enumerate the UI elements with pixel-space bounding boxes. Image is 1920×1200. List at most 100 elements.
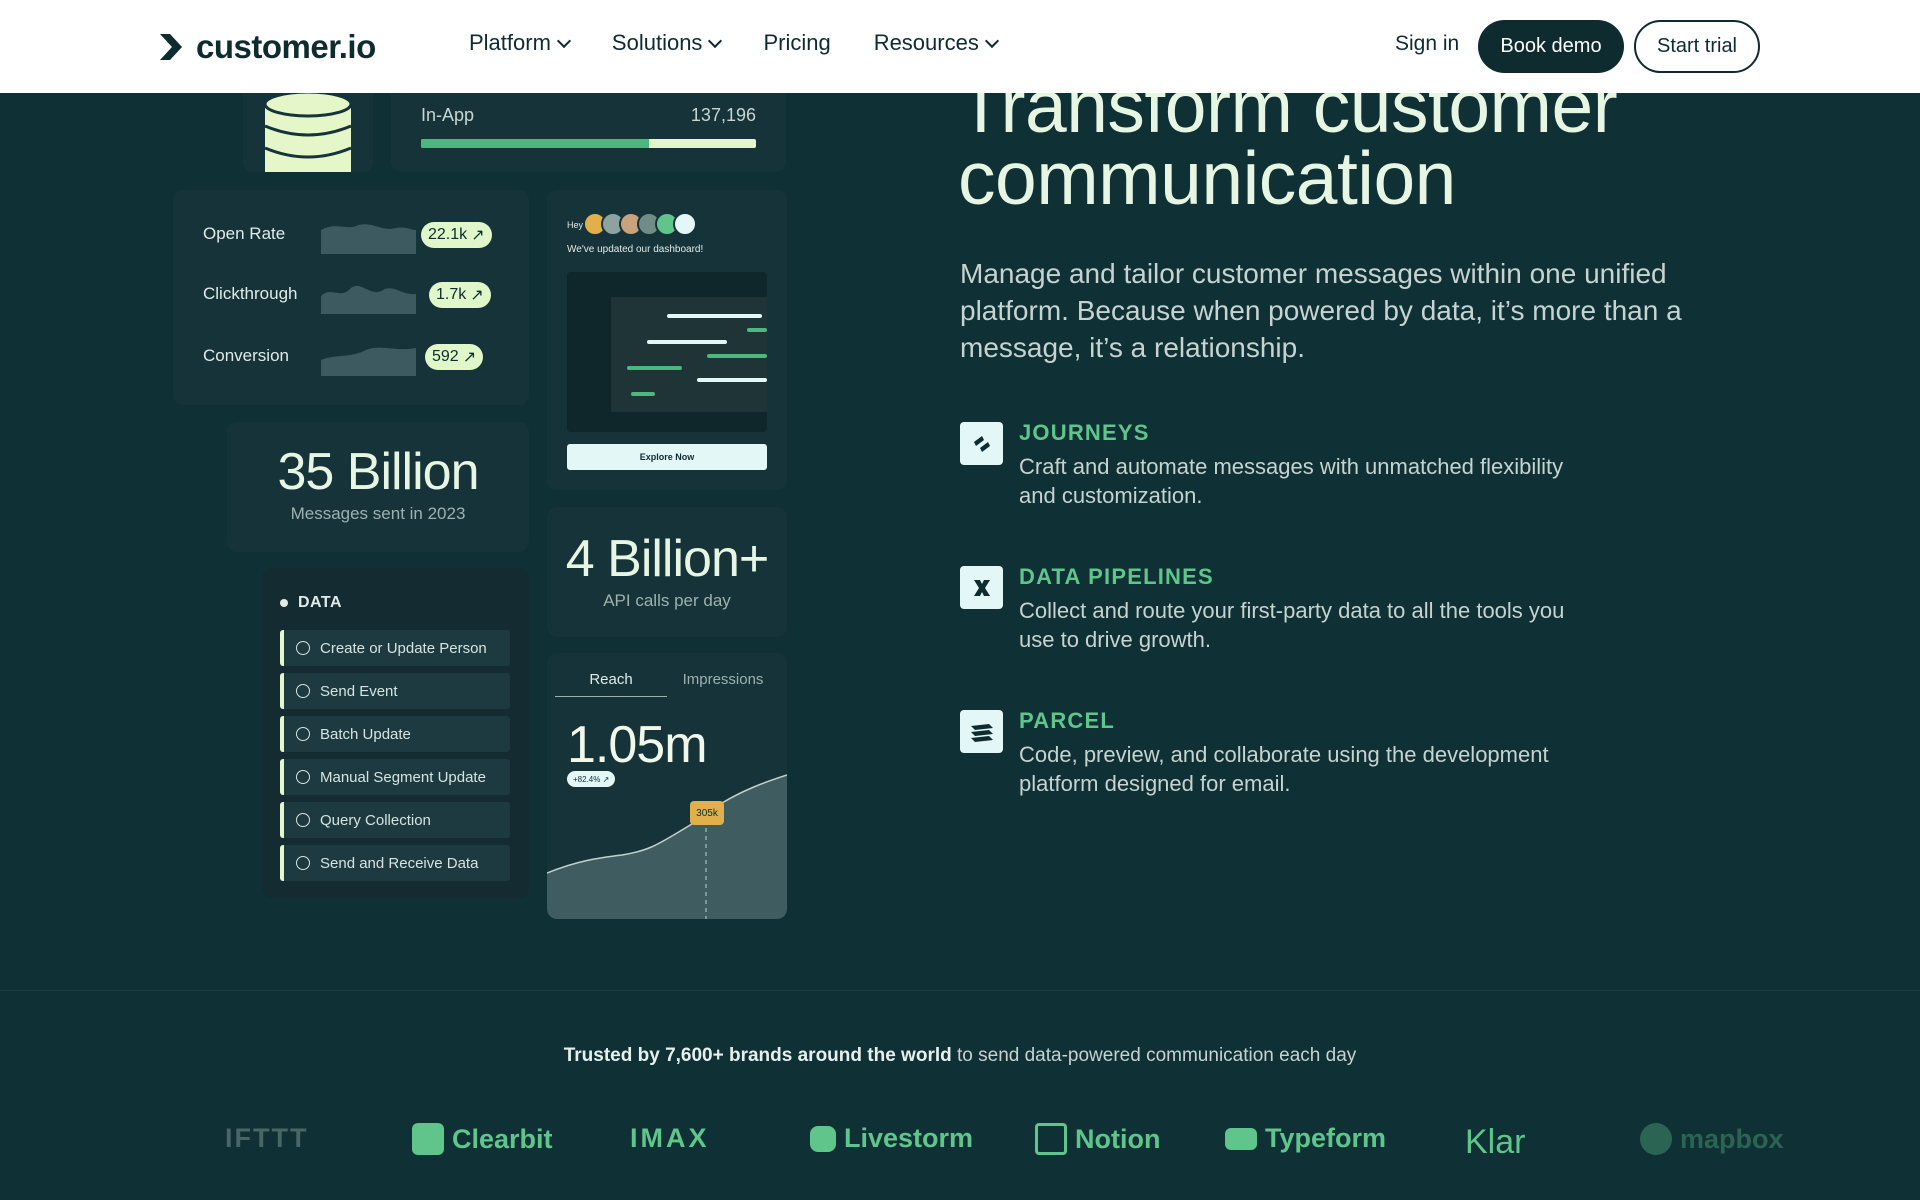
trust-statement: Trusted by 7,600+ brands around the worl… (0, 1045, 1920, 1067)
trust-rest: to send data-powered communication each … (957, 1045, 1357, 1066)
api-stat-value: 4 Billion+ (565, 530, 769, 588)
nav-item-label: Platform (469, 30, 551, 55)
tab-impressions: Impressions (682, 671, 764, 688)
globe-icon (296, 856, 310, 870)
dashboard-illustration-icon (611, 297, 767, 412)
arrow-up-right-icon: ↗ (470, 287, 484, 304)
section-divider (0, 990, 1920, 991)
feature-desc: Collect and route your first-party data … (1019, 598, 1565, 652)
feature-desc: Code, preview, and collaborate using the… (1019, 742, 1549, 796)
data-panel-card: DATA Create or Update Person Send Event … (262, 568, 529, 898)
metric-value: 592 (432, 348, 459, 365)
nav-item-solutions[interactable]: Solutions (611, 30, 723, 56)
logo[interactable]: customer.io (158, 28, 376, 66)
reach-card: Reach Impressions 1.05m +82.4% ↗ 305k (547, 653, 787, 919)
pipelines-icon (960, 566, 1003, 609)
data-item: Batch Update (280, 716, 510, 752)
event-icon (296, 684, 310, 698)
messages-stat-label: Messages sent in 2023 (290, 504, 466, 523)
metric-row-clickthrough: Clickthrough 1.7k ↗ (203, 278, 513, 314)
clearbit-logo-icon (412, 1123, 444, 1155)
journeys-icon (960, 422, 1003, 465)
book-demo-button[interactable]: Book demo (1478, 20, 1624, 73)
avatar (673, 212, 697, 236)
reach-tooltip: 305k (690, 801, 724, 825)
metric-badge: 1.7k ↗ (429, 282, 491, 308)
chevron-down-icon (556, 33, 571, 48)
person-icon (296, 727, 310, 741)
brand-logo-imax: IMAX (630, 1123, 710, 1154)
logo-text: customer.io (196, 28, 376, 65)
brand-logo-livestorm: Livestorm (810, 1123, 973, 1154)
segment-icon (296, 770, 310, 784)
parcel-icon (960, 710, 1003, 753)
metric-name: Open Rate (203, 224, 286, 243)
start-trial-button[interactable]: Start trial (1634, 20, 1760, 73)
chevron-down-icon (984, 33, 999, 48)
bullet-dot-icon (280, 599, 288, 607)
metrics-card: Open Rate 22.1k ↗ Clickthrough 1.7k ↗ Conv… (173, 190, 529, 405)
sparkline (321, 285, 416, 314)
nav-item-label: Solutions (611, 30, 703, 55)
reach-value: 1.05m (567, 716, 708, 774)
top-nav: customer.io Platform Solutions Pricing R… (0, 0, 1920, 93)
brand-name: Livestorm (844, 1123, 974, 1153)
brand-logo-mapbox: mapbox (1640, 1123, 1784, 1155)
inapp-value: 137,196 (690, 105, 756, 125)
metric-row-conversion: Conversion 592 ↗ (203, 340, 513, 376)
nav-menu: Platform Solutions Pricing Resources (469, 30, 1040, 56)
data-item: Send and Receive Data (280, 845, 510, 881)
feature-title: JOURNEYS (1019, 420, 1150, 445)
brand-name: mapbox (1680, 1123, 1784, 1154)
data-item: Manual Segment Update (280, 759, 510, 795)
nav-item-label: Pricing (763, 30, 831, 55)
brand-logo-ifttt: IFTTT (225, 1123, 308, 1154)
brand-logos-strip: IFTTT Clearbit IMAX Livestorm Notion Typ… (0, 1115, 1920, 1165)
brand-logo-typeform: Typeform (1225, 1123, 1386, 1154)
brand-logo-clearbit: Clearbit (412, 1123, 553, 1155)
chevron-down-icon (708, 33, 723, 48)
mapbox-logo-icon (1640, 1123, 1672, 1155)
person-icon (296, 641, 310, 655)
avatar-stack (583, 212, 697, 236)
nav-item-platform[interactable]: Platform (469, 30, 571, 56)
metric-value: 22.1k (428, 226, 468, 243)
customerio-logo-icon (160, 34, 182, 60)
typeform-logo-icon (1225, 1127, 1257, 1150)
brand-name: IMAX (630, 1123, 710, 1153)
metric-value: 1.7k (436, 286, 467, 303)
nav-item-label: Resources (873, 30, 979, 55)
notification-greeting: Hey (567, 220, 584, 230)
sign-in-link[interactable]: Sign in (1395, 32, 1459, 56)
sparkline (321, 224, 416, 254)
feature-desc: Craft and automate messages with unmatch… (1019, 454, 1564, 508)
metric-badge: 22.1k ↗ (421, 222, 492, 248)
feature-title: PARCEL (1019, 708, 1116, 733)
data-panel-title: DATA (280, 594, 342, 612)
brand-name: Notion (1075, 1123, 1161, 1154)
nav-item-resources[interactable]: Resources (873, 30, 999, 56)
tab-reach: Reach (555, 671, 667, 697)
inapp-progress-fill (421, 139, 649, 148)
nav-item-pricing[interactable]: Pricing (763, 30, 830, 56)
sparkline (321, 347, 416, 376)
inapp-progress-bar (421, 139, 756, 148)
brand-name: Clearbit (452, 1123, 553, 1154)
feature-title: DATA PIPELINES (1019, 564, 1214, 589)
messages-stat-card: 35 Billion Messages sent in 2023 (227, 422, 529, 552)
data-item: Create or Update Person (280, 630, 510, 666)
dashboard-thumbnail (567, 272, 767, 432)
api-stat-label: API calls per day (603, 591, 731, 610)
metric-name: Conversion (203, 346, 289, 365)
data-item: Send Event (280, 673, 510, 709)
metric-row-open-rate: Open Rate 22.1k ↗ (203, 218, 513, 254)
brand-logo-klar: Klar (1465, 1123, 1525, 1162)
metric-badge: 592 ↗ (425, 344, 484, 370)
messages-stat-value: 35 Billion (277, 443, 479, 501)
data-item: Query Collection (280, 802, 510, 838)
database-small-icon (296, 813, 310, 827)
data-item-label: Send and Receive Data (320, 854, 479, 872)
reach-area-chart (547, 774, 787, 919)
data-item-label: Send Event (320, 682, 398, 700)
metric-name: Clickthrough (203, 284, 298, 303)
